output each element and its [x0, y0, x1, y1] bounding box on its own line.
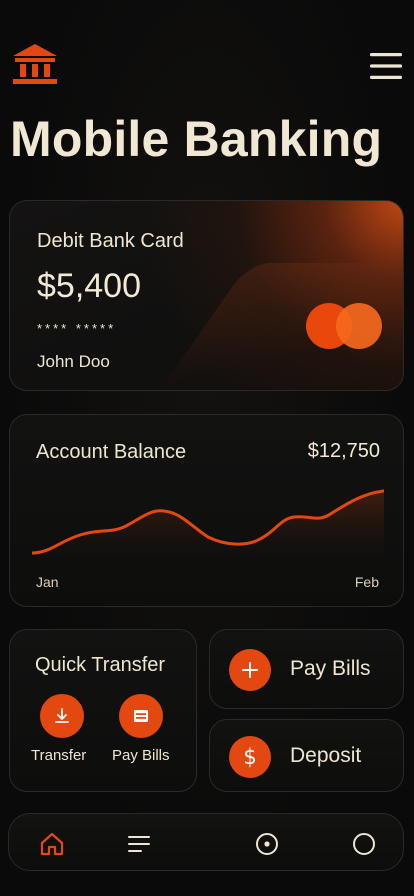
- top-bar: [0, 0, 414, 100]
- page-title: Mobile Banking: [10, 111, 383, 167]
- x-axis-start-label: Jan: [36, 574, 59, 590]
- debit-card-amount: $5,400: [37, 267, 141, 305]
- balance-title: Account Balance: [36, 441, 187, 463]
- home-icon[interactable]: [39, 831, 65, 857]
- quick-transfer-card: Quick Transfer Transfer Pay Bills: [9, 629, 197, 792]
- deposit-label: Deposit: [290, 744, 362, 767]
- mobile-banking-screen: Mobile Banking Debit Bank Card $5,400 **…: [0, 0, 414, 896]
- bottom-navigation: [8, 813, 404, 871]
- plus-icon: [229, 649, 271, 691]
- transfer-label: Transfer: [31, 747, 87, 764]
- x-axis-end-label: Feb: [354, 574, 379, 590]
- card-logo-right-circle: [336, 303, 382, 349]
- pay-bills-label: Pay Bills: [290, 657, 371, 680]
- target-icon[interactable]: [254, 831, 280, 857]
- bank-icon: [13, 44, 57, 84]
- circle-icon[interactable]: [351, 831, 377, 857]
- hamburger-menu-icon[interactable]: [370, 52, 402, 80]
- download-icon: [55, 708, 69, 723]
- card-network-logo: [306, 303, 382, 349]
- pay-bills-button[interactable]: Pay Bills: [209, 629, 404, 709]
- balance-amount: $12,750: [307, 440, 380, 462]
- card-holder-name: John Doo: [37, 352, 110, 371]
- list-icon[interactable]: [126, 831, 152, 857]
- balance-trend-chart: [32, 489, 384, 569]
- dollar-icon: $: [229, 736, 271, 778]
- quick-pay-bills-label: Pay Bills: [112, 747, 170, 764]
- debit-card[interactable]: Debit Bank Card $5,400 **** ***** John D…: [9, 200, 404, 391]
- bill-icon: [134, 710, 148, 722]
- balance-trend-area: [32, 491, 384, 569]
- debit-card-title: Debit Bank Card: [37, 230, 184, 252]
- quick-transfer-title: Quick Transfer: [35, 654, 166, 676]
- card-number-masked: **** *****: [37, 321, 117, 336]
- quick-pay-bills-button[interactable]: [119, 694, 163, 738]
- account-balance-card[interactable]: Account Balance $12,750 Jan Feb: [9, 414, 404, 607]
- transfer-button[interactable]: [40, 694, 84, 738]
- deposit-button[interactable]: $ Deposit: [209, 719, 404, 792]
